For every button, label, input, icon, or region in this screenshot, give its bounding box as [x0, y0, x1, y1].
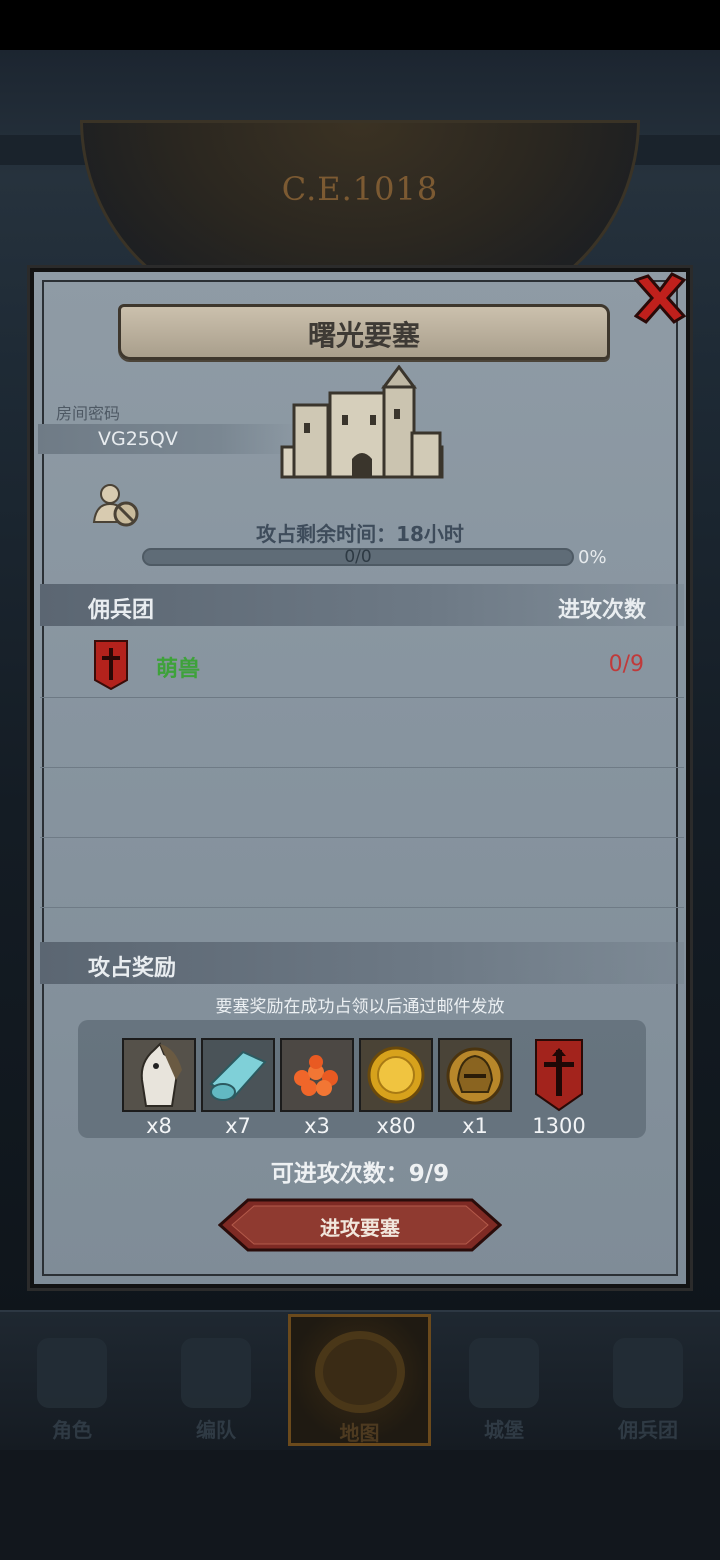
close-icon[interactable] [634, 272, 686, 324]
reward-quantity: x1 [462, 1114, 488, 1138]
mercenary-attack-count: 0/9 [608, 652, 644, 677]
remaining-attempts: 可进攻次数：9/9 [270, 1161, 450, 1187]
reward-item[interactable]: x3 [280, 1038, 354, 1138]
mercenary-name: 萌兽 [156, 657, 201, 682]
mercenary-icon [613, 1338, 683, 1408]
reward-item[interactable]: 1300 [522, 1038, 596, 1138]
gold-coin-icon [367, 1046, 425, 1104]
nav-label: 角色 [52, 1418, 92, 1442]
horse-icon [140, 1042, 182, 1107]
attacks-header: 进攻次数 [557, 598, 646, 623]
nav-label: 地图 [339, 1421, 380, 1445]
reward-item[interactable]: x7 [201, 1038, 275, 1138]
capture-timer: 攻占剩余时间：18小时 [256, 522, 464, 546]
room-password-value: VG25QV [98, 428, 178, 450]
progress-count: 0/0 [344, 547, 372, 567]
nav-item-role[interactable]: 角色 [0, 1310, 144, 1450]
guild-flag-icon [94, 640, 128, 690]
empty-list-row [40, 698, 684, 768]
nav-item-map[interactable]: 地图 [288, 1314, 431, 1446]
nav-item-castle[interactable]: 城堡 [432, 1310, 576, 1450]
knight-helmet-icon [446, 1047, 504, 1105]
progress-percent: 0% [578, 547, 607, 568]
reward-item[interactable]: x80 [359, 1038, 433, 1138]
nav-item-mercenary[interactable]: 佣兵团 [576, 1310, 720, 1450]
reward-header: 攻占奖励 [88, 956, 177, 981]
nav-label: 编队 [196, 1418, 236, 1442]
mercenary-header: 佣兵团 [88, 598, 155, 623]
banner-emblem-icon [535, 1039, 583, 1112]
empty-list-row [40, 838, 684, 908]
knight-icon [37, 1338, 107, 1408]
formation-icon [181, 1338, 251, 1408]
reward-quantity: 1300 [532, 1114, 586, 1138]
nav-label: 城堡 [484, 1418, 524, 1442]
era-label: C.E.1018 [281, 170, 439, 208]
orange-gems-icon [294, 1055, 338, 1096]
room-password-label: 房间密码 [56, 404, 121, 423]
reward-item[interactable]: x1 [438, 1038, 512, 1138]
attack-button-label: 进攻要塞 [320, 1216, 400, 1240]
reward-item[interactable]: x8 [122, 1038, 196, 1138]
castle-icon [469, 1338, 539, 1408]
nav-item-formation[interactable]: 编队 [144, 1310, 288, 1450]
reward-note: 要塞奖励在成功占领以后通过邮件发放 [215, 997, 505, 1017]
cloth-roll-icon [209, 1050, 267, 1101]
status-bar-area [0, 0, 720, 50]
empty-list-row [40, 768, 684, 838]
compass-map-icon [315, 1331, 405, 1413]
bottom-background [0, 1450, 720, 1560]
fortress-icon [280, 365, 444, 479]
nav-label: 佣兵团 [618, 1418, 678, 1442]
dialog-title: 曙光要塞 [307, 319, 420, 352]
